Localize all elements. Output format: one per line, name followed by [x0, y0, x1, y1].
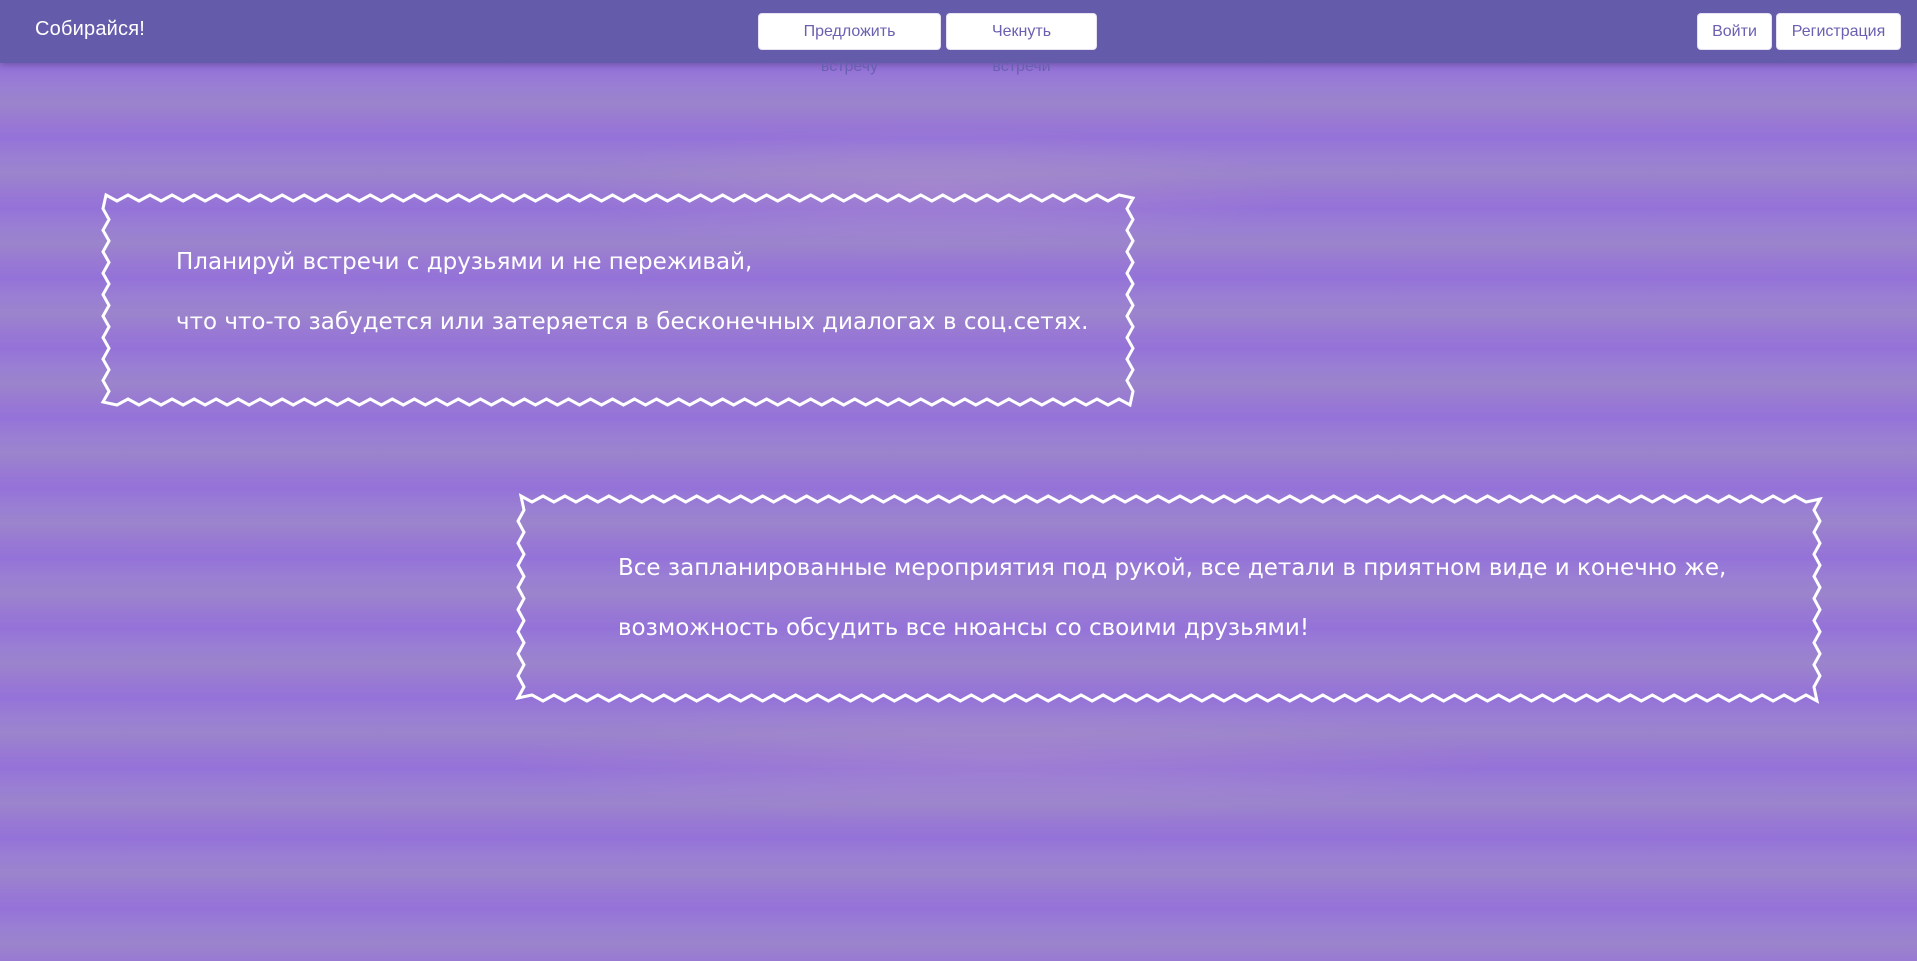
register-button[interactable]: Регистрация: [1776, 13, 1901, 50]
feature-text-line: Все запланированные мероприятия под руко…: [618, 555, 1727, 581]
feature-block-planning: Планируй встречи с друзьями и не пережив…: [100, 192, 1136, 408]
feature-text-line: возможность обсудить все нюансы со своим…: [618, 615, 1310, 641]
feature-block-events: Все запланированные мероприятия под руко…: [515, 493, 1823, 704]
top-navbar: Собирайся! Предложить встречу Чекнуть вс…: [0, 0, 1917, 75]
propose-meeting-button[interactable]: Предложить встречу: [758, 13, 941, 75]
feature-text: Планируй встречи с друзьями и не пережив…: [176, 232, 1088, 352]
feature-text: Все запланированные мероприятия под руко…: [618, 538, 1726, 658]
brand-logo[interactable]: Собирайся!: [35, 18, 145, 41]
feature-text-line: Планируй встречи с друзьями и не пережив…: [176, 249, 753, 275]
check-meetings-button[interactable]: Чекнуть встречи: [946, 13, 1097, 75]
login-button[interactable]: Войти: [1697, 13, 1772, 50]
feature-text-line: что что-то забудется или затеряется в бе…: [176, 309, 1089, 335]
